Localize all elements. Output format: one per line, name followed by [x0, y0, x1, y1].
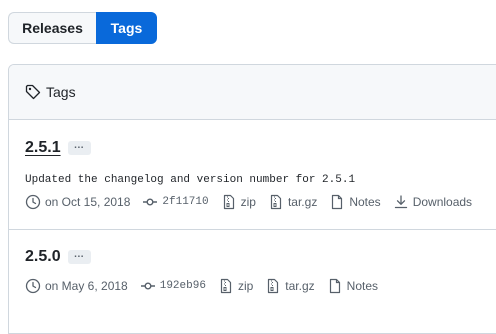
releases-tab[interactable]: Releases: [8, 12, 96, 44]
tags-panel: Tags 2.5.1 ... Updated the changelog and…: [8, 64, 496, 334]
notes-link-item[interactable]: Notes: [327, 278, 378, 294]
tag-icon: [25, 84, 41, 100]
tag-title-line: 2.5.1 ...: [25, 139, 91, 157]
more-button[interactable]: ...: [67, 250, 91, 264]
targz-link[interactable]: tar.gz: [288, 195, 317, 209]
tag-name-link[interactable]: 2.5.1: [25, 139, 61, 157]
tag-meta: on Oct 15, 2018 2f11710 zip tar.gz Notes…: [25, 194, 484, 210]
file-icon: [332, 194, 343, 210]
notes-link-item[interactable]: Notes: [329, 194, 381, 210]
file-icon: [329, 278, 340, 294]
targz-link[interactable]: tar.gz: [285, 279, 314, 293]
tag-meta: on May 6, 2018 192eb96 zip tar.gz Notes: [25, 278, 390, 294]
commit-icon: [140, 282, 155, 290]
more-button[interactable]: ...: [67, 141, 91, 155]
file-zip-icon: [270, 194, 282, 210]
releases-tags-toggle: Releases Tags: [8, 12, 157, 44]
file-zip-icon: [223, 194, 234, 210]
tag-name-link[interactable]: 2.5.0: [25, 248, 61, 266]
clock-icon: [25, 278, 41, 294]
tags-tab[interactable]: Tags: [96, 12, 157, 44]
tag-date-text: on Oct 15, 2018: [45, 195, 131, 209]
zip-download[interactable]: zip: [221, 194, 256, 210]
commit-sha-link[interactable]: 2f11710: [162, 196, 208, 208]
tag-date-text: on May 6, 2018: [45, 279, 128, 293]
zip-download[interactable]: zip: [218, 278, 253, 294]
tags-panel-header: Tags: [9, 65, 496, 120]
downloads-link[interactable]: Downloads: [413, 195, 472, 209]
file-zip-icon: [268, 278, 279, 294]
commit-sha-link[interactable]: 192eb96: [160, 280, 206, 292]
zip-link[interactable]: zip: [241, 195, 256, 209]
tag-commit-message: Updated the changelog and version number…: [25, 174, 356, 186]
file-zip-icon: [220, 278, 232, 294]
notes-link[interactable]: Notes: [347, 279, 378, 293]
tag-row: 2.5.1 ... Updated the changelog and vers…: [9, 120, 496, 230]
tag-title-line: 2.5.0 ...: [25, 248, 91, 266]
tag-date: on Oct 15, 2018: [25, 194, 130, 210]
tag-commit[interactable]: 2f11710: [142, 194, 209, 210]
download-icon: [394, 195, 407, 209]
notes-link[interactable]: Notes: [349, 195, 380, 209]
targz-download[interactable]: tar.gz: [268, 194, 317, 210]
targz-download[interactable]: tar.gz: [265, 278, 315, 294]
tag-commit[interactable]: 192eb96: [140, 278, 206, 294]
tags-panel-title: Tags: [46, 84, 76, 100]
clock-icon: [25, 194, 41, 210]
tag-date: on May 6, 2018: [25, 278, 128, 294]
commit-icon: [143, 198, 158, 206]
downloads-link-item[interactable]: Downloads: [393, 194, 472, 210]
zip-link[interactable]: zip: [238, 279, 253, 293]
tag-row: 2.5.0 ... on May 6, 2018 192eb96 zip tar…: [9, 230, 496, 330]
